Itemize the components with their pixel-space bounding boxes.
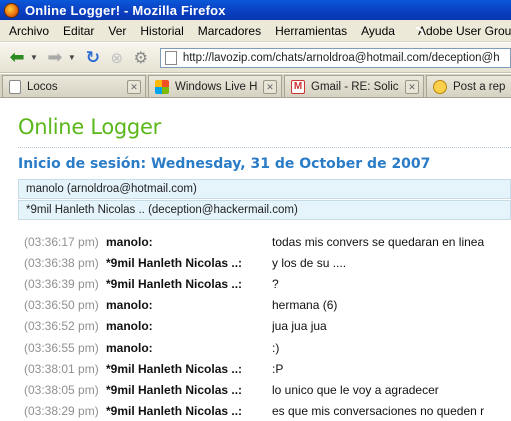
participant-row: *9mil Hanleth Nicolas .. (deception@hack…: [18, 200, 511, 220]
yahoo-icon: [433, 79, 447, 94]
gmail-icon: M: [291, 79, 305, 94]
message-time: (03:38:29 pm): [24, 404, 99, 419]
menu-editar[interactable]: Editar: [56, 24, 101, 38]
bookmark-adobe-user-group[interactable]: Adobe User Group C: [418, 24, 511, 38]
message-text: jua jua jua: [272, 319, 327, 334]
message-text: :P: [272, 361, 284, 376]
chat-message: (03:36:38 pm) *9mil Hanleth Nicolas ..: …: [24, 252, 511, 273]
firefox-icon: [4, 2, 19, 18]
chat-message: (03:36:52 pm) manolo: jua jua jua: [24, 316, 511, 337]
close-icon[interactable]: ✕: [405, 79, 419, 94]
home-gear-icon[interactable]: ⚙: [130, 47, 152, 69]
message-sender: *9mil Hanleth Nicolas ..:: [106, 361, 243, 376]
chat-message: (03:36:17 pm) manolo: todas mis convers …: [24, 231, 511, 252]
message-time: (03:36:50 pm): [24, 298, 99, 313]
window-titlebar: Online Logger! - Mozilla Firefox: [0, 0, 511, 20]
message-sender: *9mil Hanleth Nicolas ..:: [106, 276, 243, 291]
forward-history-dropdown-icon[interactable]: ▼: [68, 53, 76, 62]
message-sender: *9mil Hanleth Nicolas ..:: [106, 404, 243, 419]
message-time: (03:38:05 pm): [24, 382, 99, 397]
message-sender: *9mil Hanleth Nicolas ..:: [106, 255, 243, 270]
message-text: y los de su ....: [272, 255, 347, 270]
tab-label: Locos: [27, 80, 58, 93]
chat-message: (03:36:50 pm) manolo: hermana (6): [24, 295, 511, 316]
menu-bar: Archivo Editar Ver Historial Marcadores …: [0, 20, 511, 42]
message-text: es que mis conversaciones no queden r: [272, 404, 485, 419]
session-heading: Inicio de sesión: Wednesday, 31 de Octob…: [18, 156, 431, 172]
back-history-dropdown-icon[interactable]: ▼: [30, 53, 38, 62]
message-sender: manolo:: [106, 319, 153, 334]
title-divider: [18, 147, 511, 148]
chat-message: (03:36:39 pm) *9mil Hanleth Nicolas ..: …: [24, 273, 511, 294]
message-time: (03:36:52 pm): [24, 319, 99, 334]
window-title: Online Logger! - Mozilla Firefox: [25, 2, 226, 18]
message-text: ?: [272, 276, 279, 291]
menu-archivo[interactable]: Archivo: [2, 24, 56, 38]
forward-button[interactable]: ➡: [44, 47, 66, 69]
tab-locos[interactable]: Locos ✕: [2, 75, 146, 97]
tab-post-a-reply[interactable]: Post a rep: [426, 75, 511, 97]
menu-ver[interactable]: Ver: [101, 24, 133, 38]
chat-message: (03:38:05 pm) *9mil Hanleth Nicolas ..: …: [24, 379, 511, 400]
participants-list: manolo (arnoldroa@hotmail.com) *9mil Han…: [18, 179, 511, 220]
back-button[interactable]: ⬅: [6, 47, 28, 69]
menu-herramientas[interactable]: Herramientas: [268, 24, 354, 38]
stop-button[interactable]: ⊗: [106, 47, 128, 69]
message-sender: manolo:: [106, 234, 153, 249]
menu-ayuda[interactable]: Ayuda: [354, 24, 402, 38]
chat-message: (03:36:55 pm) manolo: :): [24, 337, 511, 358]
message-text: hermana (6): [272, 298, 338, 313]
message-time: (03:36:39 pm): [24, 276, 99, 291]
tab-label: Windows Live H...: [175, 80, 257, 93]
menu-historial[interactable]: Historial: [133, 24, 190, 38]
message-sender: manolo:: [106, 298, 153, 313]
message-text: lo unico que le voy a agradecer: [272, 382, 439, 397]
close-icon[interactable]: ✕: [263, 79, 277, 94]
message-text: :): [272, 340, 280, 355]
windows-live-icon: [155, 79, 169, 94]
tab-label: Gmail - RE: Solici...: [311, 80, 399, 93]
message-time: (03:36:55 pm): [24, 340, 99, 355]
url-bar[interactable]: http://lavozip.com/chats/arnoldroa@hotma…: [159, 47, 511, 68]
navigation-toolbar: ⬅ ▼ ➡ ▼ ↻ ⊗ ⚙ http://lavozip.com/chats/a…: [0, 43, 511, 73]
close-icon[interactable]: ✕: [127, 79, 141, 94]
url-text[interactable]: http://lavozip.com/chats/arnoldroa@hotma…: [183, 52, 500, 64]
message-time: (03:38:01 pm): [24, 361, 99, 376]
participant-row: manolo (arnoldroa@hotmail.com): [18, 179, 511, 199]
chat-message: (03:38:01 pm) *9mil Hanleth Nicolas ..: …: [24, 358, 511, 379]
tab-windows-live[interactable]: Windows Live H... ✕: [148, 75, 282, 97]
message-time: (03:36:38 pm): [24, 255, 99, 270]
page-content: Online Logger Inicio de sesión: Wednesda…: [0, 99, 511, 421]
page-title: Online Logger: [18, 115, 161, 139]
message-time: (03:36:17 pm): [24, 234, 99, 249]
reload-button[interactable]: ↻: [82, 47, 104, 69]
message-text: todas mis convers se quedaran en linea: [272, 234, 485, 249]
tab-label: Post a rep: [453, 80, 506, 93]
message-sender: manolo:: [106, 340, 153, 355]
page-icon: [9, 79, 21, 94]
chat-log: (03:36:17 pm) manolo: todas mis convers …: [24, 231, 511, 421]
tab-gmail[interactable]: M Gmail - RE: Solici... ✕: [284, 75, 424, 97]
chat-message: (03:38:29 pm) *9mil Hanleth Nicolas ..: …: [24, 401, 511, 421]
message-sender: *9mil Hanleth Nicolas ..:: [106, 382, 243, 397]
menu-marcadores[interactable]: Marcadores: [191, 24, 268, 38]
page-icon: [164, 50, 177, 65]
tab-bar: Locos ✕ Windows Live H... ✕ M Gmail - RE…: [0, 74, 511, 98]
